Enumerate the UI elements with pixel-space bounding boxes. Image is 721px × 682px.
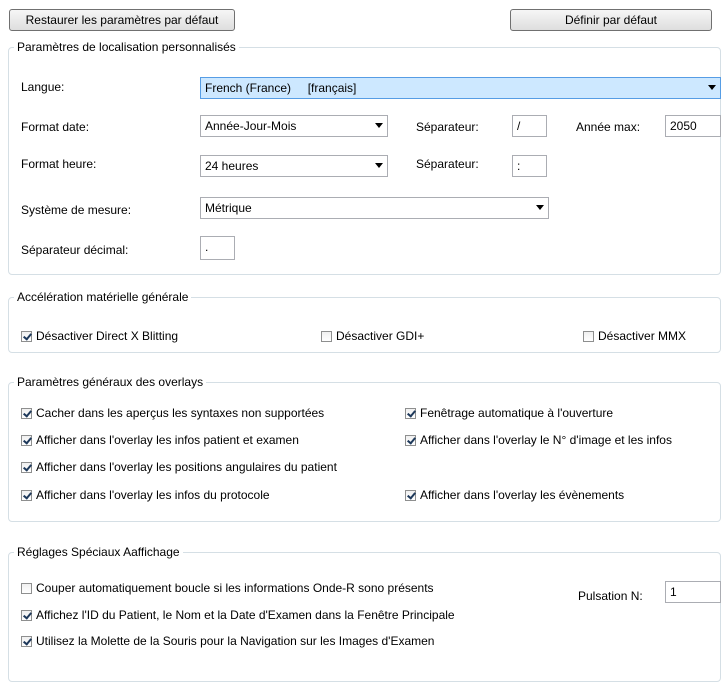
auto-windowing-checkbox[interactable]: Fenêtrage automatique à l'ouverture [405, 406, 613, 422]
max-year-input[interactable]: 2050 [665, 115, 721, 137]
patient-exam-info-checkbox[interactable]: Afficher dans l'overlay les infos patien… [21, 433, 299, 449]
special-display-title: Réglages Spéciaux Aaffichage [14, 545, 183, 559]
events-label: Afficher dans l'overlay les évènements [420, 488, 625, 502]
auto-windowing-label: Fenêtrage automatique à l'ouverture [420, 406, 614, 420]
checkbox-icon [21, 610, 32, 621]
pulse-label: Pulsation N: [578, 589, 643, 603]
measure-system-select[interactable]: Métrique [200, 197, 549, 219]
time-format-select[interactable]: 24 heures [200, 155, 388, 177]
angular-positions-label: Afficher dans l'overlay les positions an… [36, 460, 337, 474]
disable-directx-checkbox[interactable]: Désactiver Direct X Blitting [21, 329, 178, 345]
date-separator-label: Séparateur: [416, 120, 479, 134]
show-patient-id-checkbox[interactable]: Affichez l'ID du Patient, le Nom et la D… [21, 608, 455, 624]
checkbox-icon [21, 462, 32, 473]
date-separator-input[interactable]: / [512, 115, 547, 137]
measure-system-label: Système de mesure: [21, 203, 132, 217]
checkbox-icon [405, 490, 416, 501]
set-default-button[interactable]: Définir par défaut [510, 9, 712, 31]
date-format-select[interactable]: Année-Jour-Mois [200, 115, 388, 137]
checkbox-icon [21, 636, 32, 647]
mouse-wheel-label: Utilisez la Molette de la Souris pour la… [36, 634, 435, 648]
date-format-label: Format date: [21, 120, 90, 134]
restore-defaults-button[interactable]: Restaurer les paramètres par défaut [9, 9, 235, 31]
image-number-info-label: Afficher dans l'overlay le N° d'image et… [420, 433, 672, 447]
checkbox-icon [321, 331, 332, 342]
mouse-wheel-checkbox[interactable]: Utilisez la Molette de la Souris pour la… [21, 634, 434, 650]
patient-exam-info-label: Afficher dans l'overlay les infos patien… [36, 433, 299, 447]
checkbox-icon [405, 435, 416, 446]
checkbox-icon [21, 331, 32, 342]
hide-unsupported-label: Cacher dans les aperçus les syntaxes non… [36, 406, 325, 420]
checkbox-icon [405, 408, 416, 419]
chevron-down-icon [708, 85, 716, 90]
decimal-separator-input[interactable]: . [200, 236, 235, 260]
pulse-input[interactable]: 1 [665, 581, 721, 603]
disable-mmx-checkbox[interactable]: Désactiver MMX [583, 329, 686, 345]
language-value: French (France) [français] [205, 81, 357, 95]
chevron-down-icon [375, 123, 383, 128]
protocol-info-checkbox[interactable]: Afficher dans l'overlay les infos du pro… [21, 488, 270, 504]
time-separator-input[interactable]: : [512, 155, 547, 177]
disable-gdi-checkbox[interactable]: Désactiver GDI+ [321, 329, 424, 345]
cut-loop-label: Couper automatiquement boucle si les inf… [36, 581, 434, 595]
time-separator-label: Séparateur: [416, 157, 479, 171]
chevron-down-icon [536, 205, 544, 210]
checkbox-icon [21, 435, 32, 446]
hardware-acceleration-title: Accélération matérielle générale [14, 290, 192, 304]
angular-positions-checkbox[interactable]: Afficher dans l'overlay les positions an… [21, 460, 337, 476]
checkbox-icon [583, 331, 594, 342]
language-select[interactable]: French (France) [français] [200, 77, 721, 99]
disable-mmx-label: Désactiver MMX [598, 329, 687, 343]
chevron-down-icon [375, 163, 383, 168]
localization-group-title: Paramètres de localisation personnalisés [14, 40, 239, 54]
checkbox-icon [21, 490, 32, 501]
protocol-info-label: Afficher dans l'overlay les infos du pro… [36, 488, 270, 502]
disable-directx-label: Désactiver Direct X Blitting [36, 329, 179, 343]
events-checkbox[interactable]: Afficher dans l'overlay les évènements [405, 488, 624, 504]
disable-gdi-label: Désactiver GDI+ [336, 329, 425, 343]
time-format-label: Format heure: [21, 157, 97, 171]
overlay-settings-title: Paramètres généraux des overlays [14, 375, 207, 389]
measure-system-value: Métrique [205, 201, 252, 215]
language-label: Langue: [21, 80, 65, 94]
cut-loop-checkbox[interactable]: Couper automatiquement boucle si les inf… [21, 581, 434, 597]
checkbox-icon [21, 583, 32, 594]
max-year-label: Année max: [576, 120, 641, 134]
image-number-info-checkbox[interactable]: Afficher dans l'overlay le N° d'image et… [405, 433, 672, 449]
decimal-separator-label: Séparateur décimal: [21, 243, 129, 257]
date-format-value: Année-Jour-Mois [205, 119, 297, 133]
checkbox-icon [21, 408, 32, 419]
hide-unsupported-checkbox[interactable]: Cacher dans les aperçus les syntaxes non… [21, 406, 324, 422]
time-format-value: 24 heures [205, 159, 259, 173]
show-patient-id-label: Affichez l'ID du Patient, le Nom et la D… [36, 608, 455, 622]
